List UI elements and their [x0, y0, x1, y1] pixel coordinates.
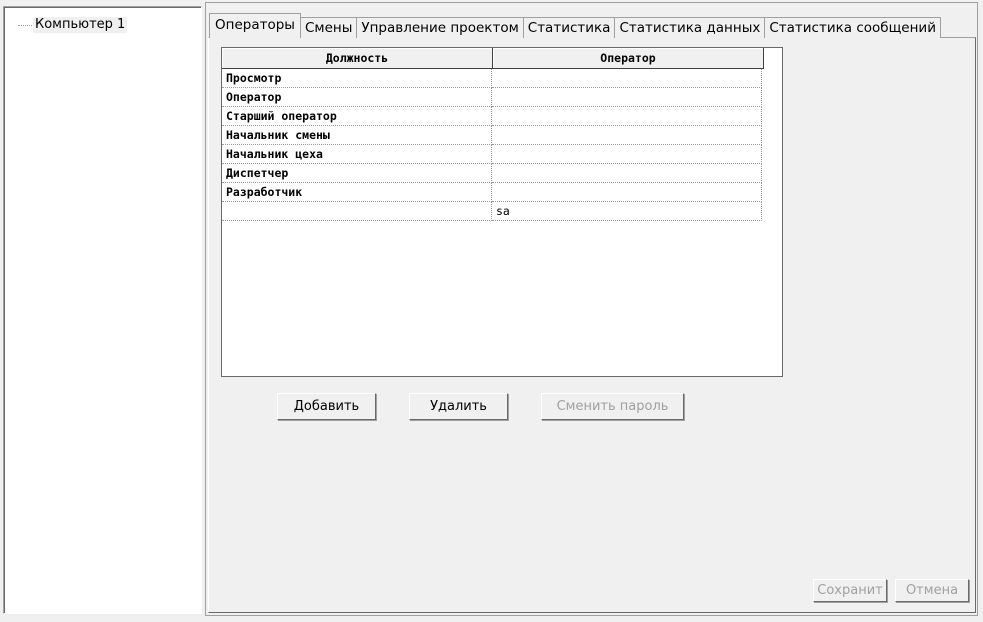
operator-cell[interactable]	[492, 145, 762, 164]
position-cell[interactable]: Диспетчер	[222, 164, 492, 183]
table-row[interactable]: Разработчик	[222, 183, 782, 202]
operator-cell[interactable]	[492, 107, 762, 126]
grid-header: Должность Оператор	[222, 48, 782, 69]
operator-cell[interactable]	[492, 164, 762, 183]
tab-operators[interactable]: Операторы	[209, 13, 301, 38]
cancel-button[interactable]: Отмена	[895, 579, 969, 602]
tab-statistics[interactable]: Статистика	[522, 17, 616, 38]
position-cell[interactable]: Просмотр	[222, 69, 492, 88]
operator-cell[interactable]	[492, 88, 762, 107]
operator-cell[interactable]	[492, 69, 762, 88]
tree-panel[interactable]: Компьютер 1	[3, 6, 202, 614]
tab-project-management[interactable]: Управление проектом	[356, 17, 524, 38]
column-header-operator[interactable]: Оператор	[493, 48, 764, 69]
table-row[interactable]: Начальник смены	[222, 126, 782, 145]
tree-node-label[interactable]: Компьютер 1	[33, 17, 128, 33]
operator-cell[interactable]	[492, 183, 762, 202]
position-cell[interactable]: Разработчик	[222, 183, 492, 202]
tab-shifts[interactable]: Смены	[299, 17, 358, 38]
change-password-button[interactable]: Сменить пароль	[541, 393, 684, 420]
table-row[interactable]: Просмотр	[222, 69, 782, 88]
column-header-position[interactable]: Должность	[222, 48, 493, 69]
add-button[interactable]: Добавить	[277, 393, 376, 420]
operator-cell[interactable]	[492, 126, 762, 145]
tab-message-statistics[interactable]: Статистика сообщений	[764, 17, 941, 38]
tab-data-statistics[interactable]: Статистика данных	[614, 17, 766, 38]
tree-connector-line	[18, 24, 32, 26]
save-button[interactable]: Сохранит	[813, 579, 887, 602]
tree-node-computer[interactable]: Компьютер 1	[18, 17, 128, 33]
table-row[interactable]: sa	[222, 202, 782, 221]
tab-strip: Операторы Смены Управление проектом Стат…	[209, 13, 941, 38]
operator-cell[interactable]: sa	[492, 202, 762, 221]
position-cell[interactable]: Начальник смены	[222, 126, 492, 145]
position-cell[interactable]: Начальник цеха	[222, 145, 492, 164]
position-cell[interactable]	[222, 202, 492, 221]
table-row[interactable]: Начальник цеха	[222, 145, 782, 164]
table-row[interactable]: Оператор	[222, 88, 782, 107]
table-row[interactable]: Старший оператор	[222, 107, 782, 126]
delete-button[interactable]: Удалить	[409, 393, 508, 420]
operators-grid[interactable]: Должность Оператор Просмотр Оператор Ста…	[221, 47, 783, 377]
table-row[interactable]: Диспетчер	[222, 164, 782, 183]
position-cell[interactable]: Оператор	[222, 88, 492, 107]
position-cell[interactable]: Старший оператор	[222, 107, 492, 126]
